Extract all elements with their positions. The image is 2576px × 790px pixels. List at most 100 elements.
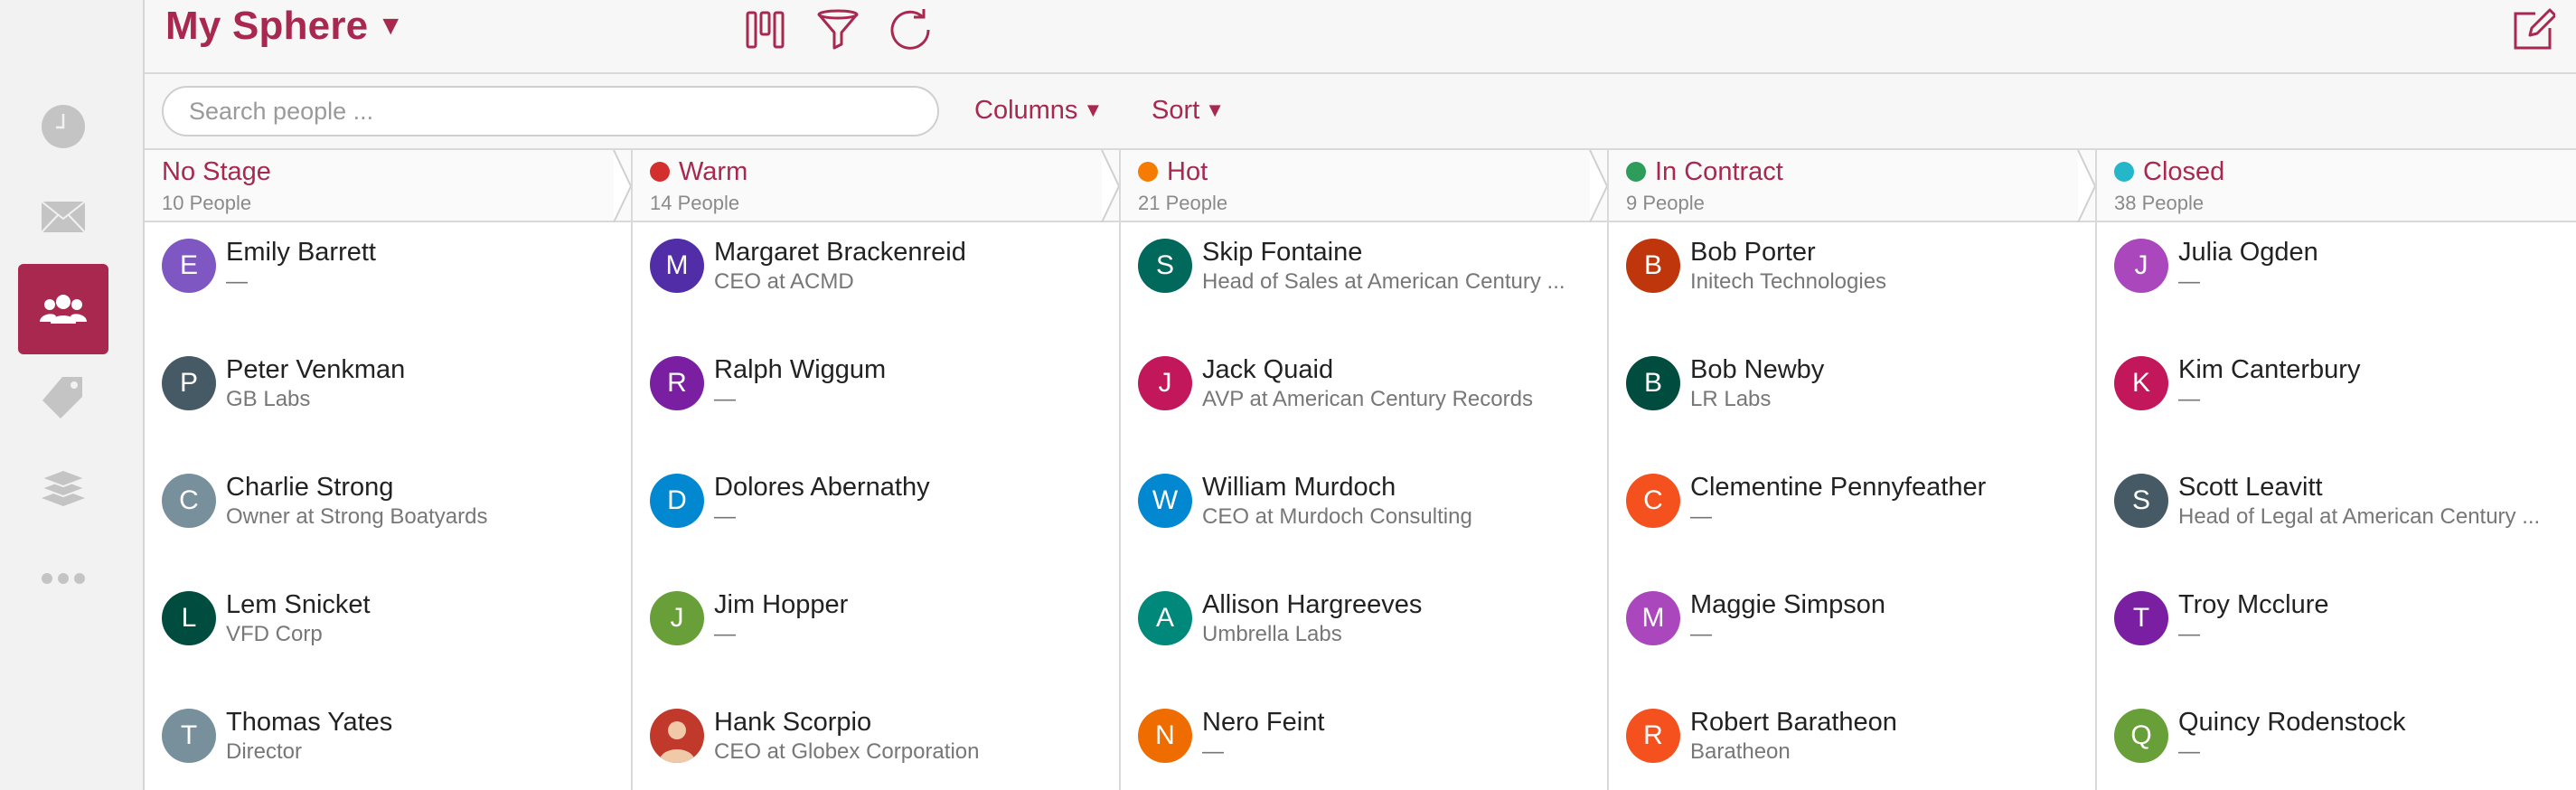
avatar: S xyxy=(1138,239,1192,293)
avatar: R xyxy=(1626,709,1680,763)
person-card[interactable]: J Jim Hopper — xyxy=(633,575,1119,692)
person-name: Kim Canterbury xyxy=(2178,355,2361,384)
refresh-button[interactable] xyxy=(888,7,933,52)
person-subtitle: Director xyxy=(226,739,303,764)
stage-column-no-stage: No Stage 10 People E Emily Barrett — P Pe… xyxy=(145,150,633,790)
person-card[interactable]: N Nero Feint — xyxy=(1121,692,1607,790)
person-name: Emily Barrett xyxy=(226,238,376,267)
person-name: Jim Hopper xyxy=(714,590,849,619)
person-subtitle: — xyxy=(2178,739,2200,764)
compose-icon xyxy=(2514,8,2555,50)
person-name: Bob Porter xyxy=(1690,238,1816,267)
person-name: Nero Feint xyxy=(1202,708,1325,737)
layers-icon xyxy=(40,468,87,506)
sidebar-item-tags[interactable] xyxy=(18,353,108,443)
person-subtitle: CEO at ACMD xyxy=(714,269,854,294)
person-card[interactable]: C Clementine Pennyfeather — xyxy=(1609,457,2095,575)
filter-button[interactable] xyxy=(815,7,860,52)
person-name: Troy Mcclure xyxy=(2178,590,2329,619)
person-name: Margaret Brackenreid xyxy=(714,238,966,267)
avatar-photo xyxy=(650,709,704,763)
person-subtitle: — xyxy=(1202,739,1224,764)
avatar: Q xyxy=(2114,709,2168,763)
avatar: B xyxy=(1626,356,1680,410)
person-card[interactable]: K Kim Canterbury — xyxy=(2097,340,2576,457)
pipeline-board: No Stage 10 People E Emily Barrett — P Pe… xyxy=(145,150,2576,790)
people-icon xyxy=(40,295,87,324)
avatar: E xyxy=(162,239,216,293)
person-card[interactable]: T Troy Mcclure — xyxy=(2097,575,2576,692)
person-card[interactable]: J Jack Quaid AVP at American Century Reco… xyxy=(1121,340,1607,457)
person-card[interactable]: E Emily Barrett — xyxy=(145,222,631,340)
search-input[interactable] xyxy=(162,86,939,136)
compose-button[interactable] xyxy=(2511,7,2556,52)
sidebar-item-people[interactable] xyxy=(18,264,108,354)
filter-bar: Columns▼ Sort▼ xyxy=(145,74,2576,150)
stage-title: Closed xyxy=(2143,156,2225,186)
person-card[interactable]: C Charlie Strong Owner at Strong Boatyard… xyxy=(145,457,631,575)
board-view-button[interactable] xyxy=(743,7,788,52)
person-name: Allison Hargreeves xyxy=(1202,590,1423,619)
person-card[interactable]: Q Quincy Rodenstock — xyxy=(2097,692,2576,790)
person-card[interactable]: J Julia Ogden — xyxy=(2097,222,2576,340)
person-card[interactable]: B Bob Porter Initech Technologies xyxy=(1609,222,2095,340)
sphere-selector[interactable]: My Sphere ▼ xyxy=(165,4,404,49)
tag-icon xyxy=(42,377,82,419)
avatar: W xyxy=(1138,474,1192,528)
stage-count: 21 People xyxy=(1138,192,1228,214)
stage-header[interactable]: Warm 14 People xyxy=(633,150,1119,222)
person-card[interactable]: B Bob Newby LR Labs xyxy=(1609,340,2095,457)
stage-header[interactable]: No Stage 10 People xyxy=(145,150,631,222)
person-card[interactable]: Hank Scorpio CEO at Globex Corporation xyxy=(633,692,1119,790)
person-subtitle: — xyxy=(2178,269,2200,294)
chevron-down-icon: ▼ xyxy=(1205,99,1225,121)
sidebar-item-layers[interactable] xyxy=(18,443,108,533)
sort-label: Sort xyxy=(1152,96,1200,125)
person-name: Ralph Wiggum xyxy=(714,355,887,384)
sidebar-item-activity[interactable] xyxy=(18,81,108,172)
person-card[interactable]: T Thomas Yates Director xyxy=(145,692,631,790)
person-card[interactable]: P Peter Venkman GB Labs xyxy=(145,340,631,457)
person-card[interactable]: R Robert Baratheon Baratheon xyxy=(1609,692,2095,790)
person-card[interactable]: S Scott Leavitt Head of Legal at American… xyxy=(2097,457,2576,575)
person-name: Julia Ogden xyxy=(2178,238,2318,267)
avatar: J xyxy=(650,591,704,645)
stage-title: Warm xyxy=(679,156,748,186)
person-subtitle: — xyxy=(2178,622,2200,646)
clock-icon xyxy=(42,105,85,148)
person-name: William Murdoch xyxy=(1202,473,1396,502)
avatar: N xyxy=(1138,709,1192,763)
person-subtitle: — xyxy=(226,269,248,294)
person-subtitle: Initech Technologies xyxy=(1690,269,1887,294)
person-subtitle: Owner at Strong Boatyards xyxy=(226,504,488,529)
person-name: Dolores Abernathy xyxy=(714,473,930,502)
stage-header[interactable]: Closed 38 People xyxy=(2097,150,2576,222)
sidebar-item-mail[interactable] xyxy=(18,172,108,262)
person-card[interactable]: D Dolores Abernathy — xyxy=(633,457,1119,575)
columns-dropdown[interactable]: Columns ▼ xyxy=(974,96,1103,126)
sidebar-item-more[interactable] xyxy=(18,533,108,624)
person-subtitle: CEO at Globex Corporation xyxy=(714,739,980,764)
stage-divider-chevron-icon xyxy=(2077,150,2095,222)
person-name: Peter Venkman xyxy=(226,355,406,384)
avatar: C xyxy=(1626,474,1680,528)
sort-dropdown[interactable]: Sort ▼ xyxy=(1152,96,1225,126)
person-subtitle: Umbrella Labs xyxy=(1202,622,1342,646)
stage-dot-icon xyxy=(650,162,670,182)
avatar: K xyxy=(2114,356,2168,410)
person-card[interactable]: A Allison Hargreeves Umbrella Labs xyxy=(1121,575,1607,692)
person-card[interactable]: W William Murdoch CEO at Murdoch Consulti… xyxy=(1121,457,1607,575)
person-card[interactable]: M Maggie Simpson — xyxy=(1609,575,2095,692)
person-card[interactable]: L Lem Snicket VFD Corp xyxy=(145,575,631,692)
stage-header[interactable]: Hot 21 People xyxy=(1121,150,1607,222)
avatar: T xyxy=(2114,591,2168,645)
person-card[interactable]: M Margaret Brackenreid CEO at ACMD xyxy=(633,222,1119,340)
stage-title: In Contract xyxy=(1655,156,1783,186)
more-icon xyxy=(42,573,85,584)
person-card[interactable]: S Skip Fontaine Head of Sales at American… xyxy=(1121,222,1607,340)
stage-header[interactable]: In Contract 9 People xyxy=(1609,150,2095,222)
person-card[interactable]: R Ralph Wiggum — xyxy=(633,340,1119,457)
avatar: A xyxy=(1138,591,1192,645)
stage-dot-icon xyxy=(1626,162,1646,182)
avatar: J xyxy=(2114,239,2168,293)
